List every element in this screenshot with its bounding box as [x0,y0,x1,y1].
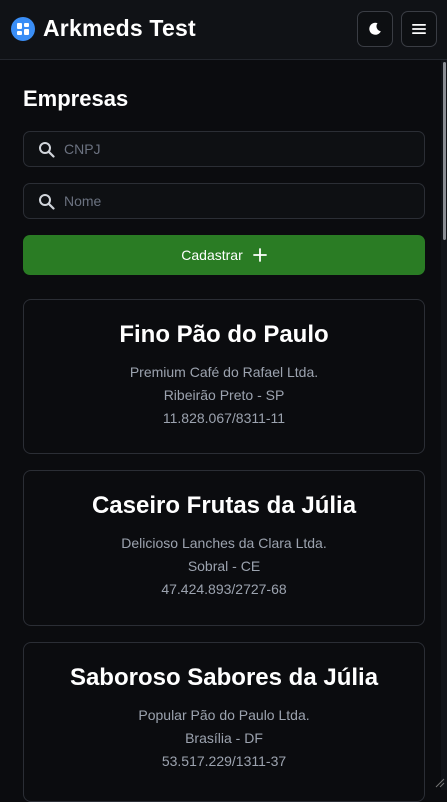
nome-input[interactable] [64,184,414,218]
cadastrar-button[interactable]: Cadastrar [23,235,425,275]
company-legal-name: Popular Pão do Paulo Ltda. [138,707,310,723]
scrollbar-thumb[interactable] [443,62,446,240]
nome-search-field[interactable] [23,183,425,219]
cnpj-search-field[interactable] [23,131,425,167]
app-header: Arkmeds Test [0,0,447,60]
app-title: Arkmeds Test [43,15,196,41]
company-cnpj: 11.828.067/8311-11 [162,410,286,426]
cnpj-input[interactable] [64,132,414,166]
grid-icon [11,17,35,41]
company-location: Ribeirão Preto - SP [163,387,285,403]
company-cnpj: 47.424.893/2727-68 [161,581,287,597]
plus-icon [252,248,267,262]
company-location: Sobral - CE [187,558,261,574]
company-name: Caseiro Frutas da Júlia [91,492,357,519]
moon-icon [369,22,381,35]
search-icon [39,142,55,158]
company-legal-name: Premium Café do Rafael Ltda. [129,364,319,380]
page-title: Empresas [23,86,129,111]
search-icon [39,194,55,210]
company-name: Fino Pão do Paulo [119,321,329,348]
company-location: Brasília - DF [185,730,263,746]
company-name: Saboroso Sabores da Júlia [69,664,379,691]
resize-handle-icon[interactable] [433,776,445,788]
company-card[interactable]: Caseiro Frutas da Júlia Delicioso Lanche… [23,470,425,626]
hamburger-menu-icon [412,24,426,34]
company-card[interactable]: Fino Pão do Paulo Premium Café do Rafael… [23,299,425,454]
company-card[interactable]: Saboroso Sabores da Júlia Popular Pão do… [23,642,425,802]
company-legal-name: Delicioso Lanches da Clara Ltda. [121,535,327,551]
cadastrar-label: Cadastrar [181,247,243,263]
theme-toggle-button[interactable] [357,11,393,47]
menu-button[interactable] [401,11,437,47]
company-cnpj: 53.517.229/1311-37 [161,753,287,769]
